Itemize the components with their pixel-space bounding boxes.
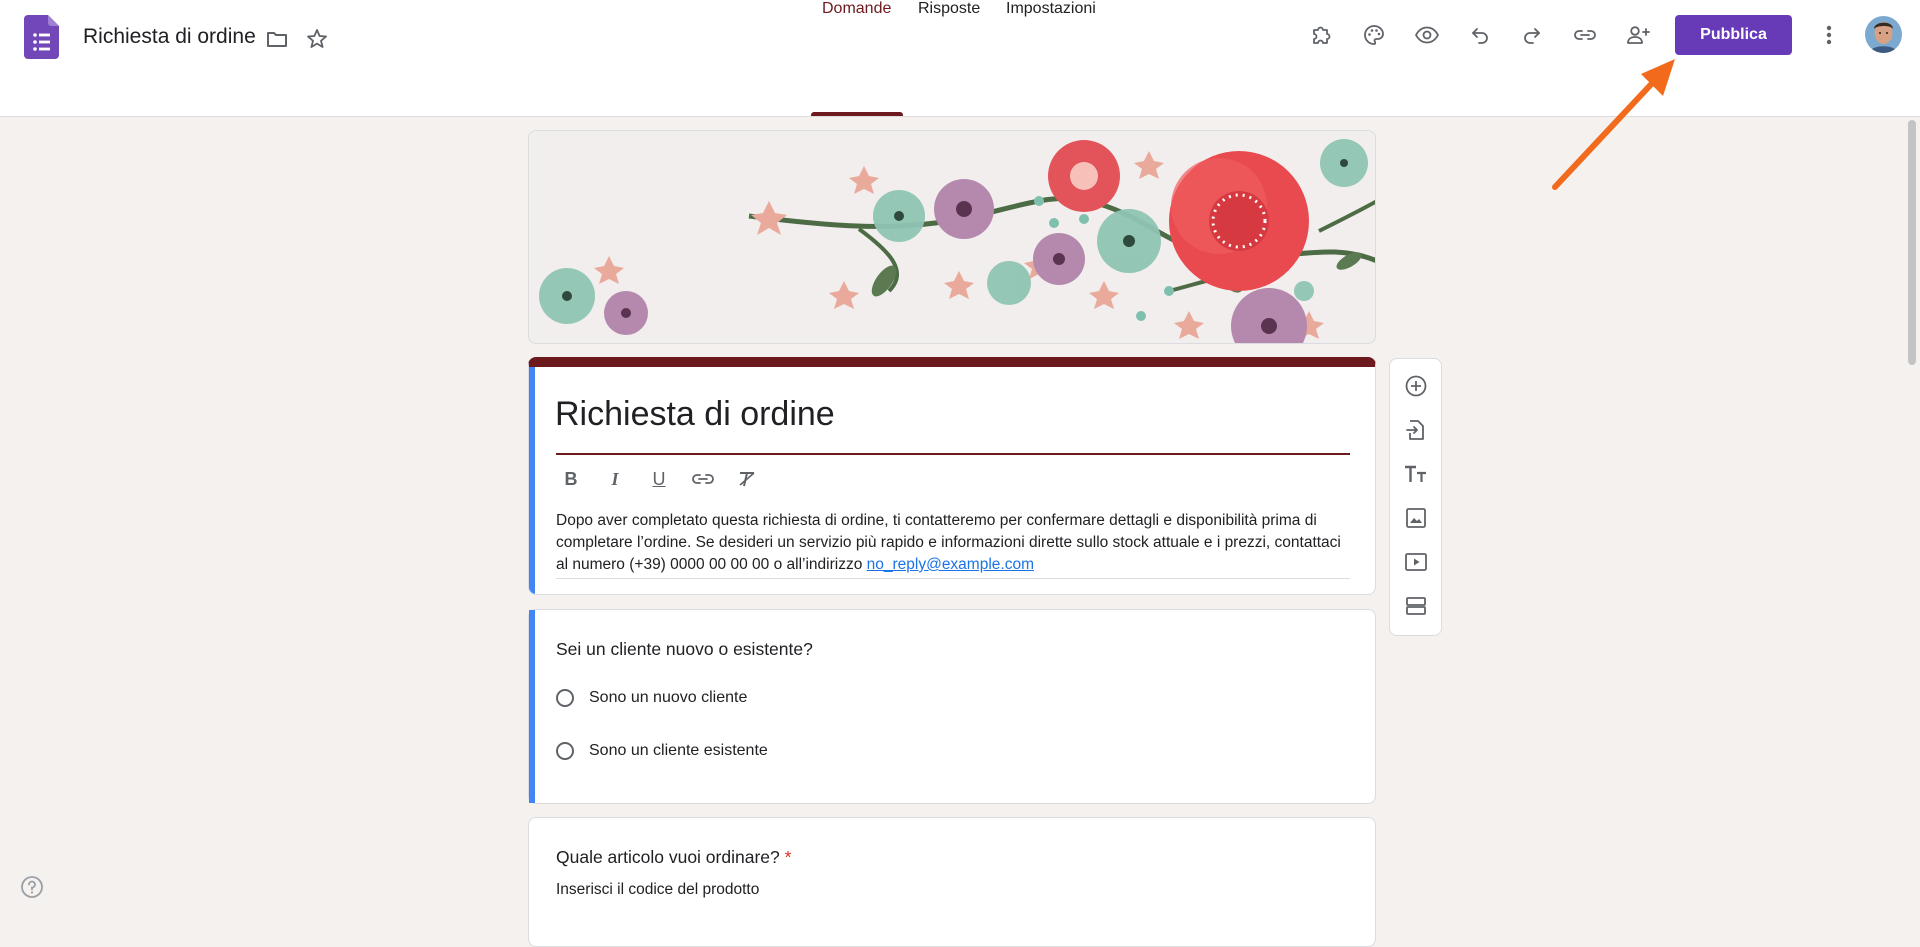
form-description-input[interactable]: Dopo aver completato questa richiesta di… bbox=[556, 510, 1350, 579]
required-indicator: * bbox=[784, 847, 792, 867]
palette-icon[interactable] bbox=[1356, 17, 1392, 53]
help-icon[interactable] bbox=[20, 875, 44, 899]
question-card-article[interactable]: Quale articolo vuoi ordinare? * Inserisc… bbox=[528, 817, 1376, 947]
underline-icon[interactable]: U bbox=[644, 464, 674, 494]
avatar[interactable] bbox=[1865, 16, 1902, 53]
add-image-icon[interactable] bbox=[1403, 505, 1429, 531]
radio-button[interactable] bbox=[556, 742, 574, 760]
formatting-toolbar: B I U bbox=[556, 464, 762, 494]
question-description: Inserisci il codice del prodotto bbox=[556, 881, 760, 898]
form-title-input[interactable]: Richiesta di ordine bbox=[555, 395, 835, 434]
title-underline bbox=[556, 453, 1350, 455]
add-section-icon[interactable] bbox=[1403, 593, 1429, 619]
star-icon[interactable] bbox=[302, 24, 332, 54]
import-questions-icon[interactable] bbox=[1403, 417, 1429, 443]
focus-indicator bbox=[529, 610, 535, 803]
undo-icon[interactable] bbox=[1462, 17, 1498, 53]
form-title-card: Richiesta di ordine B I U Dopo aver comp… bbox=[528, 357, 1376, 595]
question-card-customer-type[interactable]: Sei un cliente nuovo o esistente? Sono u… bbox=[528, 609, 1376, 804]
email-link[interactable]: no_reply@example.com bbox=[867, 556, 1034, 573]
radio-option[interactable]: Sono un cliente esistente bbox=[556, 739, 768, 763]
clear-formatting-icon[interactable] bbox=[732, 464, 762, 494]
document-title[interactable]: Richiesta di ordine bbox=[83, 25, 256, 49]
link-icon[interactable] bbox=[1567, 17, 1603, 53]
publish-button[interactable]: Pubblica bbox=[1675, 15, 1792, 55]
link-format-icon[interactable] bbox=[688, 464, 718, 494]
eye-preview-icon[interactable] bbox=[1409, 17, 1445, 53]
question-title-text: Quale articolo vuoi ordinare? bbox=[556, 847, 780, 867]
puzzle-addon-icon[interactable] bbox=[1303, 17, 1339, 53]
forms-logo-icon[interactable] bbox=[24, 15, 59, 59]
tab-impostazioni[interactable]: Impostazioni bbox=[1006, 0, 1096, 31]
question-title: Quale articolo vuoi ordinare? * bbox=[556, 847, 791, 868]
more-vert-icon[interactable] bbox=[1814, 17, 1844, 53]
folder-icon[interactable] bbox=[262, 24, 292, 54]
floating-toolbar bbox=[1389, 358, 1442, 636]
focus-indicator bbox=[529, 367, 535, 594]
annotation-arrow-icon bbox=[1552, 59, 1675, 190]
tab-domande[interactable]: Domande bbox=[822, 0, 891, 31]
add-person-icon[interactable] bbox=[1620, 17, 1656, 53]
active-tab-indicator bbox=[811, 112, 903, 116]
radio-label: Sono un nuovo cliente bbox=[589, 689, 748, 706]
add-title-icon[interactable] bbox=[1403, 461, 1429, 487]
radio-button[interactable] bbox=[556, 689, 574, 707]
bold-icon[interactable]: B bbox=[556, 464, 586, 494]
header-banner-image bbox=[528, 130, 1376, 344]
radio-option[interactable]: Sono un nuovo cliente bbox=[556, 686, 747, 710]
redo-icon[interactable] bbox=[1514, 17, 1550, 53]
tab-risposte[interactable]: Risposte bbox=[918, 0, 980, 31]
radio-label: Sono un cliente esistente bbox=[589, 742, 768, 759]
question-title: Sei un cliente nuovo o esistente? bbox=[556, 639, 813, 659]
italic-icon[interactable]: I bbox=[600, 464, 630, 494]
add-question-icon[interactable] bbox=[1403, 373, 1429, 399]
add-video-icon[interactable] bbox=[1403, 549, 1429, 575]
scrollbar[interactable] bbox=[1908, 120, 1916, 365]
